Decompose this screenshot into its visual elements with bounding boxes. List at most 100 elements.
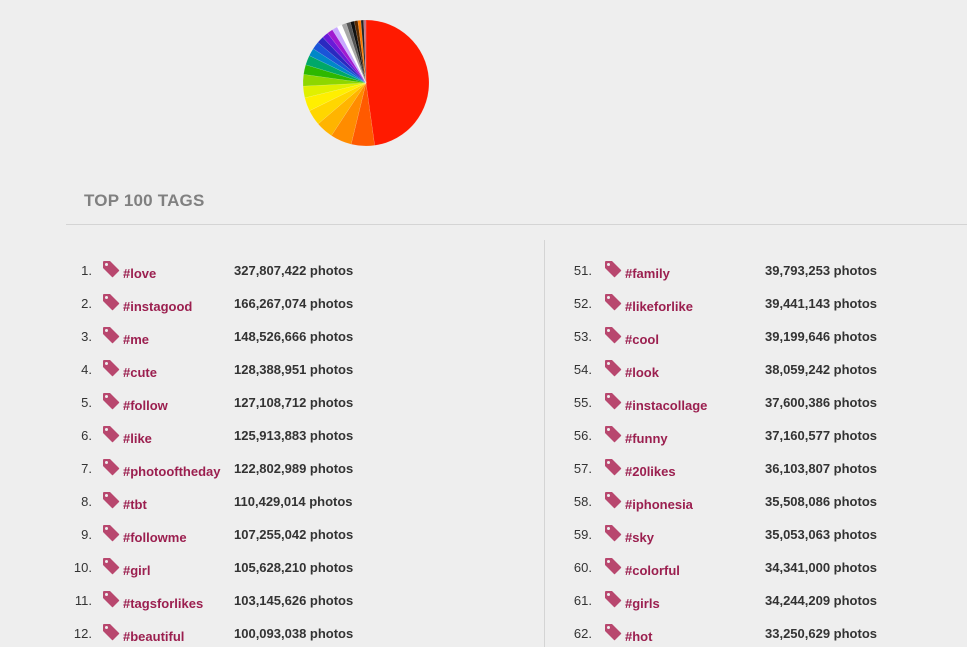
tag-rank: 8. [81, 494, 92, 509]
tag-icon [103, 591, 120, 608]
tag-rank: 5. [81, 395, 92, 410]
tag-list-right: 51. #family 39,793,253 photos 52. #likeforli… [560, 254, 960, 647]
tag-link[interactable]: #20likes [625, 464, 676, 479]
tag-link[interactable]: #instacollage [625, 398, 707, 413]
tag-icon [103, 492, 120, 509]
tag-link[interactable]: #cool [625, 332, 659, 347]
tag-link[interactable]: #funny [625, 431, 668, 446]
tag-link[interactable]: #hot [625, 629, 652, 644]
tag-rank: 53. [573, 329, 592, 344]
tag-icon [605, 327, 622, 344]
tag-icon [103, 327, 120, 344]
photo-count: 125,913,883 photos [234, 428, 354, 443]
tag-icon [605, 624, 622, 641]
photo-count: 107,255,042 photos [234, 527, 354, 542]
tag-list-item: 10. #girl 105,628,210 photos [66, 551, 536, 584]
photo-count: 37,160,577 photos [765, 428, 877, 443]
tag-rank: 3. [81, 329, 92, 344]
tag-icon [103, 393, 120, 410]
tag-rank: 54. [573, 362, 592, 377]
tag-link[interactable]: #tagsforlikes [123, 596, 203, 611]
tag-link[interactable]: #followme [123, 530, 187, 545]
tag-icon [103, 261, 120, 278]
photo-count: 166,267,074 photos [234, 296, 354, 311]
tag-rank: 2. [81, 296, 92, 311]
tag-list-item: 6. #like 125,913,883 photos [66, 419, 536, 452]
tag-link[interactable]: #beautiful [123, 629, 184, 644]
tag-link[interactable]: #follow [123, 398, 168, 413]
tag-rank: 1. [81, 263, 92, 278]
tag-link[interactable]: #girl [123, 563, 150, 578]
tag-icon [103, 294, 120, 311]
tag-link[interactable]: #sky [625, 530, 654, 545]
tag-icon [103, 558, 120, 575]
tag-link[interactable]: #like [123, 431, 152, 446]
tag-list-left: 1. #love 327,807,422 photos 2. #instagood 166… [66, 254, 536, 647]
tag-list-item: 54. #look 38,059,242 photos [560, 353, 960, 386]
photo-count: 34,341,000 photos [765, 560, 877, 575]
tag-list-item: 3. #me 148,526,666 photos [66, 320, 536, 353]
tag-icon [605, 492, 622, 509]
tag-list-item: 55. #instacollage 37,600,386 photos [560, 386, 960, 419]
photo-count: 35,053,063 photos [765, 527, 877, 542]
tag-rank: 57. [573, 461, 592, 476]
photo-count: 39,441,143 photos [765, 296, 877, 311]
tag-rank: 52. [573, 296, 592, 311]
tag-list-item: 61. #girls 34,244,209 photos [560, 584, 960, 617]
tag-list-item: 56. #funny 37,160,577 photos [560, 419, 960, 452]
tag-rank: 56. [573, 428, 592, 443]
tag-icon [605, 591, 622, 608]
page: TOP 100 TAGS 1. #love 327,807,422 photos 2.… [0, 0, 967, 647]
tag-rank: 61. [573, 593, 592, 608]
tag-icon [103, 459, 120, 476]
tag-rank: 10. [73, 560, 92, 575]
tag-list-item: 7. #photooftheday 122,802,989 photos [66, 452, 536, 485]
tag-link[interactable]: #me [123, 332, 149, 347]
tag-icon [605, 459, 622, 476]
tag-link[interactable]: #iphonesia [625, 497, 693, 512]
photo-count: 110,429,014 photos [234, 494, 353, 509]
tag-rank: 6. [81, 428, 92, 443]
tag-list-item: 57. #20likes 36,103,807 photos [560, 452, 960, 485]
tag-list-item: 8. #tbt 110,429,014 photos [66, 485, 536, 518]
tag-link[interactable]: #photooftheday [123, 464, 221, 479]
tag-rank: 9. [81, 527, 92, 542]
tag-link[interactable]: #colorful [625, 563, 680, 578]
tag-icon [605, 360, 622, 377]
section-title: TOP 100 TAGS [84, 191, 205, 210]
photo-count: 100,093,038 photos [234, 626, 354, 641]
photo-count: 327,807,422 photos [234, 263, 354, 278]
tag-share-pie-chart [302, 19, 430, 147]
tag-list-item: 5. #follow 127,108,712 photos [66, 386, 536, 419]
tag-icon [605, 558, 622, 575]
tag-icon [605, 294, 622, 311]
tag-icon [605, 393, 622, 410]
photo-count: 35,508,086 photos [765, 494, 877, 509]
tag-list-item: 60. #colorful 34,341,000 photos [560, 551, 960, 584]
tag-link[interactable]: #family [625, 266, 670, 281]
tag-link[interactable]: #tbt [123, 497, 147, 512]
tag-link[interactable]: #look [625, 365, 659, 380]
photo-count: 39,199,646 photos [765, 329, 877, 344]
photo-count: 128,388,951 photos [234, 362, 354, 377]
tag-link[interactable]: #cute [123, 365, 157, 380]
tag-rank: 12. [73, 626, 92, 641]
tag-link[interactable]: #girls [625, 596, 660, 611]
tag-rank: 11. [74, 593, 92, 608]
tag-link[interactable]: #likeforlike [625, 299, 693, 314]
tag-icon [103, 624, 120, 641]
tag-icon [103, 360, 120, 377]
tag-icon [605, 261, 622, 278]
tag-icon [605, 426, 622, 443]
pie-slice [365, 19, 430, 146]
tag-link[interactable]: #instagood [123, 299, 192, 314]
tag-link[interactable]: #love [123, 266, 156, 281]
tag-list-item: 51. #family 39,793,253 photos [560, 254, 960, 287]
photo-count: 39,793,253 photos [765, 263, 877, 278]
photo-count: 33,250,629 photos [765, 626, 877, 641]
photo-count: 37,600,386 photos [765, 395, 877, 410]
tag-icon [103, 525, 120, 542]
column-divider [544, 240, 545, 647]
photo-count: 122,802,989 photos [234, 461, 354, 476]
photo-count: 103,145,626 photos [234, 593, 354, 608]
